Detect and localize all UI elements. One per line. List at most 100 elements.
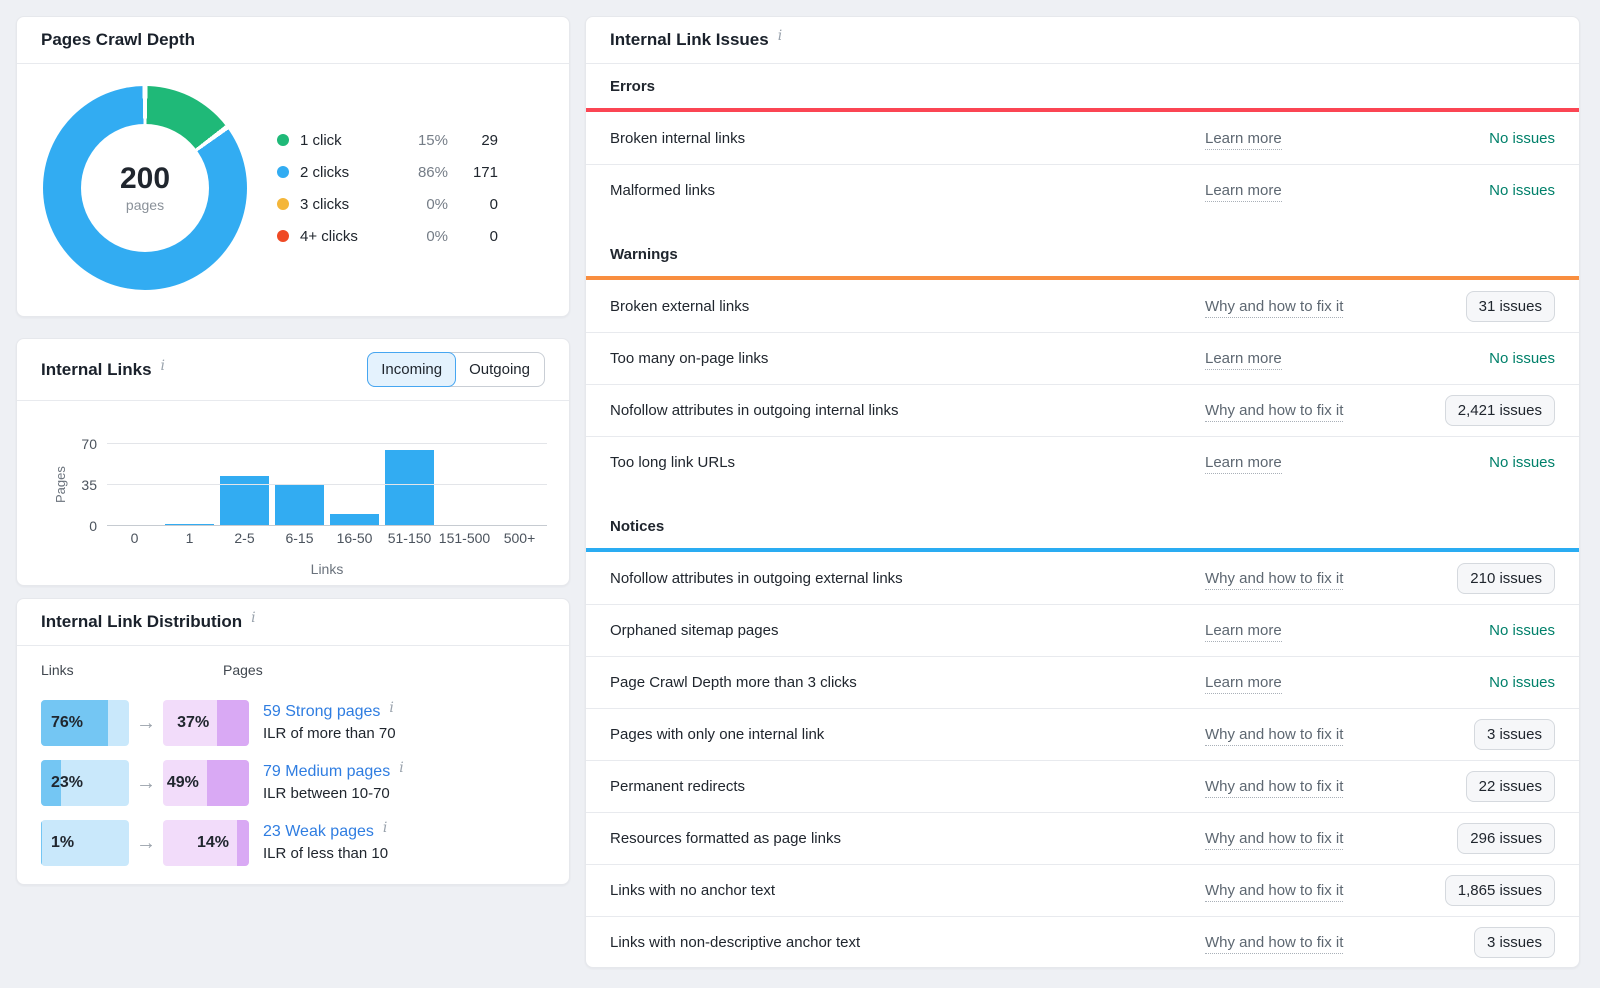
issue-help-link[interactable]: Learn more <box>1205 130 1405 147</box>
issue-section: NoticesNofollow attributes in outgoing e… <box>586 488 1579 968</box>
issue-status: 31 issues <box>1405 291 1555 322</box>
pages-percent-label: 37% <box>177 714 209 732</box>
bar-column <box>107 432 162 526</box>
pages-group-link[interactable]: 59 Strong pages <box>263 703 380 720</box>
internal-links-card: Internal Links Incoming Outgoing Pages 0… <box>16 338 570 586</box>
ilr-description: ILR of less than 10 <box>263 845 388 864</box>
issue-row: Orphaned sitemap pagesLearn moreNo issue… <box>586 604 1579 656</box>
issue-row: Pages with only one internal linkWhy and… <box>586 708 1579 760</box>
bar-column <box>272 432 327 526</box>
issue-help-link[interactable]: Why and how to fix it <box>1205 778 1405 795</box>
issue-status: No issues <box>1405 622 1555 639</box>
issue-count-button[interactable]: 210 issues <box>1457 563 1555 594</box>
crawl-depth-body: 200 pages 1 click15%292 clicks86%1713 cl… <box>17 64 569 290</box>
internal-link-issues-card: Internal Link Issues ErrorsBroken intern… <box>585 16 1580 968</box>
internal-link-distribution-title: Internal Link Distribution <box>41 612 242 632</box>
issue-label: Page Crawl Depth more than 3 clicks <box>610 674 1205 691</box>
toggle-incoming[interactable]: Incoming <box>367 352 456 387</box>
issue-help-link[interactable]: Learn more <box>1205 622 1405 639</box>
card-header: Pages Crawl Depth <box>17 17 569 64</box>
legend-item: 1 click15%29 <box>277 124 498 156</box>
issue-label: Links with no anchor text <box>610 882 1205 899</box>
issue-status: 3 issues <box>1405 719 1555 750</box>
issue-label: Nofollow attributes in outgoing external… <box>610 570 1205 587</box>
issue-help-link[interactable]: Why and how to fix it <box>1205 402 1405 419</box>
issue-row: Resources formatted as page linksWhy and… <box>586 812 1579 864</box>
x-tick-label: 1 <box>162 530 217 546</box>
legend-percent: 0% <box>392 196 448 213</box>
no-issues-label: No issues <box>1489 674 1555 691</box>
pages-bar-fill <box>207 760 249 806</box>
issue-help-link[interactable]: Learn more <box>1205 674 1405 691</box>
gridline <box>107 525 547 526</box>
distribution-text: 23 Weak pages ILR of less than 10 <box>263 822 388 864</box>
ilr-description: ILR of more than 70 <box>263 725 396 744</box>
info-icon <box>161 359 165 373</box>
internal-links-title: Internal Links <box>41 360 152 380</box>
link-line: 23 Weak pages <box>263 822 388 842</box>
issue-label: Resources formatted as page links <box>610 830 1205 847</box>
issue-row: Malformed linksLearn moreNo issues <box>586 164 1579 216</box>
y-tick-label: 70 <box>81 436 97 452</box>
toggle-outgoing[interactable]: Outgoing <box>455 353 544 386</box>
y-tick-label: 35 <box>81 477 97 493</box>
issue-status: 1,865 issues <box>1405 875 1555 906</box>
issue-row: Broken external linksWhy and how to fix … <box>586 280 1579 332</box>
issue-label: Broken external links <box>610 298 1205 315</box>
link-line: 79 Medium pages <box>263 762 404 782</box>
issue-count-button[interactable]: 22 issues <box>1466 771 1555 802</box>
ilr-description: ILR between 10-70 <box>263 785 404 804</box>
issue-help-link-text: Why and how to fix it <box>1205 726 1343 746</box>
info-icon <box>778 29 782 43</box>
issue-help-link[interactable]: Why and how to fix it <box>1205 934 1405 951</box>
arrow-right-icon <box>129 832 163 855</box>
issue-count-button[interactable]: 3 issues <box>1474 927 1555 958</box>
issue-help-link[interactable]: Why and how to fix it <box>1205 298 1405 315</box>
issue-help-link[interactable]: Why and how to fix it <box>1205 830 1405 847</box>
link-line: 59 Strong pages <box>263 702 396 722</box>
issue-row: Nofollow attributes in outgoing internal… <box>586 384 1579 436</box>
issue-help-link-text: Why and how to fix it <box>1205 298 1343 318</box>
issue-status: No issues <box>1405 674 1555 691</box>
issue-label: Too long link URLs <box>610 454 1205 471</box>
issue-row: Nofollow attributes in outgoing external… <box>586 552 1579 604</box>
no-issues-label: No issues <box>1489 182 1555 199</box>
pages-group-link[interactable]: 79 Medium pages <box>263 763 390 780</box>
links-percent-label: 1% <box>51 834 74 852</box>
info-icon <box>251 611 255 625</box>
issue-status: No issues <box>1405 350 1555 367</box>
bar-column <box>382 432 437 526</box>
issue-count-button[interactable]: 1,865 issues <box>1445 875 1555 906</box>
no-issues-label: No issues <box>1489 622 1555 639</box>
issue-count-button[interactable]: 3 issues <box>1474 719 1555 750</box>
issue-help-link-text: Learn more <box>1205 454 1282 474</box>
links-percent-label: 76% <box>51 714 83 732</box>
pages-bar: 14% <box>163 820 249 866</box>
issue-count-button[interactable]: 296 issues <box>1457 823 1555 854</box>
legend-item: 3 clicks0%0 <box>277 188 498 220</box>
section-title: Errors <box>586 64 1579 108</box>
distribution-text: 79 Medium pages ILR between 10-70 <box>263 762 404 804</box>
issue-help-link[interactable]: Learn more <box>1205 182 1405 199</box>
issue-help-link[interactable]: Why and how to fix it <box>1205 570 1405 587</box>
pages-group-link[interactable]: 23 Weak pages <box>263 823 374 840</box>
pages-bar: 37% <box>163 700 249 746</box>
distribution-column-headers: Links Pages <box>17 662 569 684</box>
legend-dot <box>277 230 289 242</box>
legend-dot <box>277 198 289 210</box>
issue-label: Permanent redirects <box>610 778 1205 795</box>
y-tick-label: 0 <box>89 518 97 534</box>
x-tick-label: 51-150 <box>382 530 437 546</box>
gridline <box>107 443 547 444</box>
issue-count-button[interactable]: 2,421 issues <box>1445 395 1555 426</box>
arrow-right-icon <box>129 772 163 795</box>
bar <box>385 450 434 526</box>
bar-column <box>217 432 272 526</box>
incoming-outgoing-toggle: Incoming Outgoing <box>367 352 545 387</box>
issue-help-link[interactable]: Learn more <box>1205 454 1405 471</box>
distribution-row: 1% 14% 23 Weak pages ILR of less than 10 <box>41 820 545 866</box>
issue-count-button[interactable]: 31 issues <box>1466 291 1555 322</box>
issue-help-link[interactable]: Why and how to fix it <box>1205 726 1405 743</box>
issue-help-link[interactable]: Learn more <box>1205 350 1405 367</box>
issue-help-link[interactable]: Why and how to fix it <box>1205 882 1405 899</box>
